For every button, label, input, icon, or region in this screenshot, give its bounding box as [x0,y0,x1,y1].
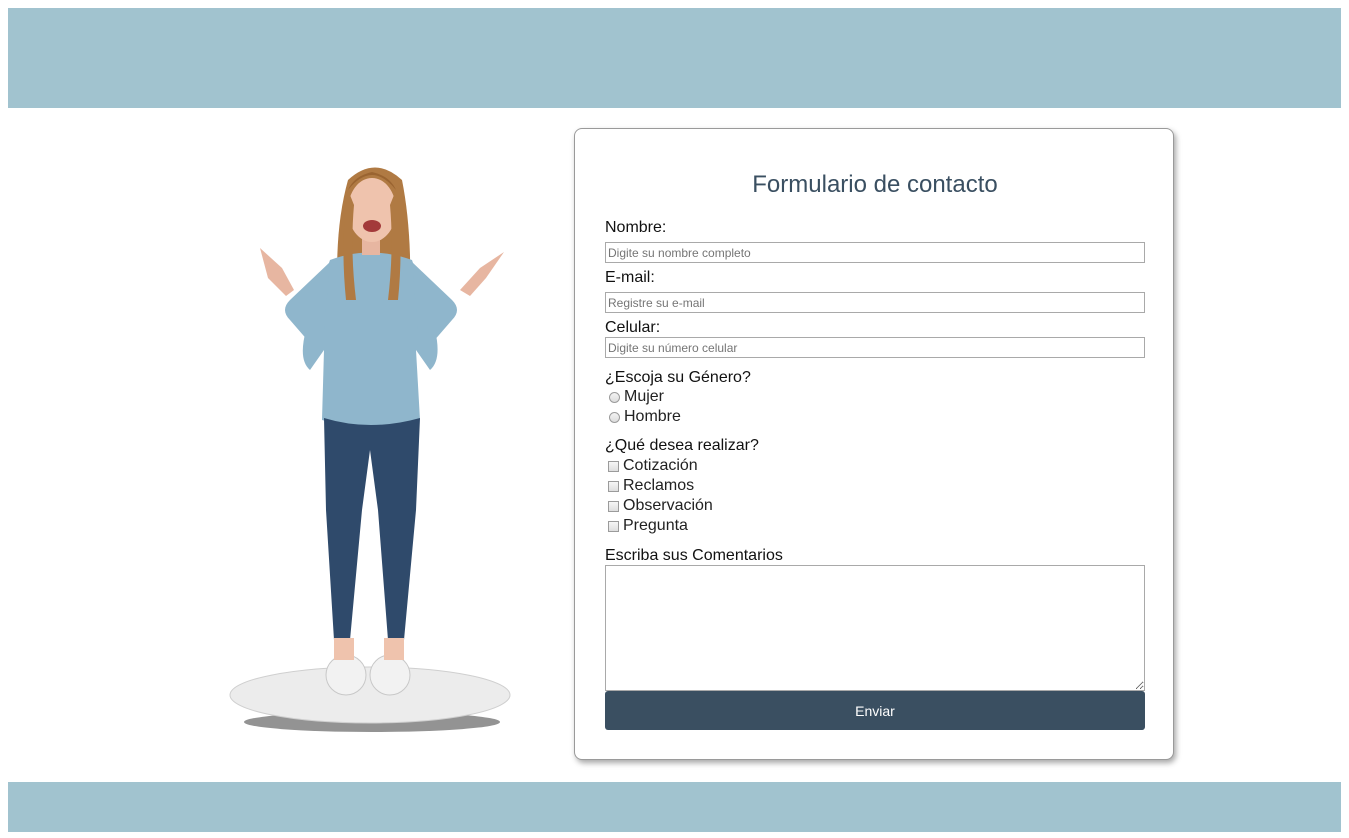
gender-label: ¿Escoja su Género? [605,369,751,386]
comments-label: Escriba sus Comentarios [605,547,783,564]
gender-option-mujer[interactable]: Mujer [609,387,664,407]
footer-banner [8,782,1341,832]
checkbox[interactable] [608,480,619,492]
action-option-pregunta[interactable]: Pregunta [608,516,688,536]
comments-textarea[interactable] [605,565,1145,691]
contact-form: Formulario de contacto Nombre: E-mail: C… [574,128,1174,760]
action-option-label: Cotización [623,457,698,474]
email-label: E-mail: [605,269,655,286]
phone-input[interactable] [605,337,1145,358]
gender-option-label: Hombre [624,408,681,425]
action-option-observacion[interactable]: Observación [608,496,713,516]
checkbox[interactable] [608,520,619,532]
action-option-label: Observación [623,497,713,514]
email-input[interactable] [605,292,1145,313]
form-title: Formulario de contacto [752,171,998,198]
action-option-label: Reclamos [623,477,695,494]
action-option-reclamos[interactable]: Reclamos [608,476,694,496]
header-banner [8,8,1341,108]
submit-button[interactable]: Enviar [605,691,1145,730]
gender-option-hombre[interactable]: Hombre [609,407,681,427]
gender-option-label: Mujer [624,388,665,405]
radio-button[interactable] [609,411,620,423]
action-label: ¿Qué desea realizar? [605,437,759,454]
phone-label: Celular: [605,319,661,336]
checkbox[interactable] [608,460,619,472]
radio-button[interactable] [609,391,620,403]
action-option-cotizacion[interactable]: Cotización [608,456,698,476]
contact-page: Formulario de contacto Nombre: E-mail: C… [0,0,1349,838]
woman-illustration [220,150,520,740]
name-input[interactable] [605,242,1145,263]
name-label: Nombre: [605,219,667,236]
action-option-label: Pregunta [623,517,688,534]
checkbox[interactable] [608,500,619,512]
